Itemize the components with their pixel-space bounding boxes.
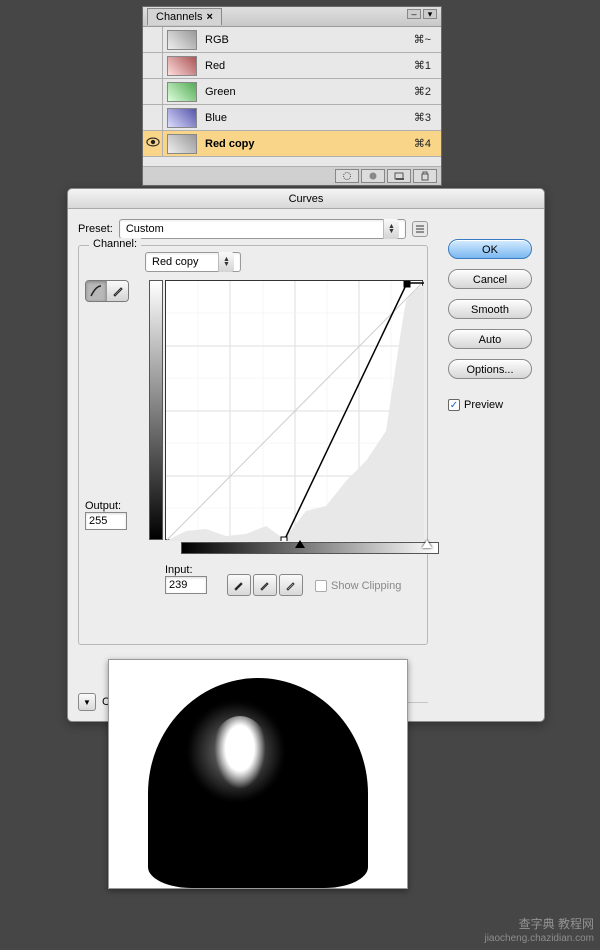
channel-fieldset: Channel: Red copy ▲▼ [78, 245, 428, 645]
channel-select[interactable]: Red copy ▲▼ [145, 252, 241, 272]
result-preview-image [108, 659, 408, 889]
channels-panel: Channels × – ▾ RGB ⌘~ Red ⌘1 Green ⌘2 Bl… [142, 6, 442, 186]
curve-graph[interactable] [165, 280, 423, 540]
watermark-sub: jiaocheng.chazidian.com [484, 933, 594, 944]
channel-row-rgb[interactable]: RGB ⌘~ [143, 27, 441, 53]
delete-channel-button[interactable] [413, 169, 437, 183]
curve-grid [166, 281, 424, 541]
curve-point-tool[interactable] [86, 281, 107, 301]
output-input[interactable] [85, 512, 127, 530]
output-gradient [149, 280, 163, 540]
visibility-toggle[interactable] [143, 27, 163, 52]
channel-name: Blue [201, 112, 414, 124]
input-label: Input: [165, 564, 207, 576]
visibility-toggle[interactable] [143, 131, 163, 156]
channel-shortcut: ⌘~ [414, 33, 441, 46]
visibility-toggle[interactable] [143, 53, 163, 78]
dialog-buttons: OK Cancel Smooth Auto Options... ✓ Previ… [448, 239, 532, 411]
menu-icon [415, 224, 425, 234]
channels-panel-header[interactable]: Channels × – ▾ [143, 7, 441, 27]
triangle-down-icon: ▼ [83, 698, 91, 707]
channel-list-empty [143, 157, 441, 167]
smooth-button[interactable]: Smooth [448, 299, 532, 319]
preset-menu-button[interactable] [412, 221, 428, 237]
close-icon[interactable]: × [206, 11, 212, 23]
white-eyedropper[interactable] [279, 574, 303, 596]
channel-shortcut: ⌘3 [414, 111, 441, 124]
show-clipping-checkbox[interactable] [315, 580, 327, 592]
minimize-icon[interactable]: – [407, 9, 421, 19]
channel-value: Red copy [152, 256, 198, 268]
channels-tab[interactable]: Channels × [147, 8, 222, 25]
input-gradient[interactable] [181, 542, 439, 554]
white-point-slider[interactable] [422, 540, 432, 548]
channel-row-blue[interactable]: Blue ⌘3 [143, 105, 441, 131]
channel-shortcut: ⌘1 [414, 59, 441, 72]
watermark-main: 查字典 教程网 [519, 915, 594, 932]
disclosure-button[interactable]: ▼ [78, 693, 96, 711]
channel-row-red-copy[interactable]: Red copy ⌘4 [143, 131, 441, 157]
visibility-toggle[interactable] [143, 105, 163, 130]
channel-row-red[interactable]: Red ⌘1 [143, 53, 441, 79]
curve-tool-group [85, 280, 129, 302]
curves-dialog: Curves Preset: Custom ▲▼ Channel: Red co… [67, 188, 545, 722]
channel-thumbnail [167, 108, 197, 128]
channel-row-green[interactable]: Green ⌘2 [143, 79, 441, 105]
channels-panel-footer [143, 167, 441, 185]
visibility-toggle[interactable] [143, 79, 163, 104]
channel-thumbnail [167, 82, 197, 102]
output-block: Output: [85, 500, 127, 530]
channel-thumbnail [167, 56, 197, 76]
channel-thumbnail [167, 30, 197, 50]
preset-value: Custom [126, 223, 164, 235]
ok-button[interactable]: OK [448, 239, 532, 259]
options-button[interactable]: Options... [448, 359, 532, 379]
preview-label: Preview [464, 399, 503, 411]
load-selection-button[interactable] [335, 169, 359, 183]
input-input[interactable] [165, 576, 207, 594]
curve-area [149, 280, 423, 540]
panel-menu-icon[interactable]: ▾ [423, 9, 437, 19]
channel-label: Channel: [89, 238, 141, 250]
preview-checkbox[interactable]: ✓ [448, 399, 460, 411]
show-clipping-row: Show Clipping [315, 580, 401, 592]
channels-tab-label: Channels [156, 11, 202, 23]
curve-pencil-tool[interactable] [107, 281, 128, 301]
cancel-button[interactable]: Cancel [448, 269, 532, 289]
eyedropper-group [227, 574, 303, 596]
black-eyedropper[interactable] [227, 574, 251, 596]
channel-name: RGB [201, 34, 414, 46]
black-point-slider[interactable] [295, 540, 305, 548]
eye-icon [146, 137, 160, 150]
dialog-body: Preset: Custom ▲▼ Channel: Red copy ▲▼ [68, 209, 544, 721]
chevron-updown-icon: ▲▼ [383, 219, 399, 239]
gray-eyedropper[interactable] [253, 574, 277, 596]
channel-list: RGB ⌘~ Red ⌘1 Green ⌘2 Blue ⌘3 [143, 27, 441, 167]
preset-select[interactable]: Custom ▲▼ [119, 219, 406, 239]
chevron-updown-icon: ▲▼ [218, 252, 234, 272]
channel-thumbnail [167, 134, 197, 154]
portrait-silhouette [148, 678, 368, 888]
preset-label: Preset: [78, 223, 113, 235]
channel-name: Red copy [201, 138, 414, 150]
show-clipping-label: Show Clipping [331, 580, 401, 592]
input-block: Input: [165, 564, 207, 594]
channel-shortcut: ⌘4 [414, 137, 441, 150]
save-selection-button[interactable] [361, 169, 385, 183]
auto-button[interactable]: Auto [448, 329, 532, 349]
channel-name: Green [201, 86, 414, 98]
preview-row: ✓ Preview [448, 399, 532, 411]
dialog-title[interactable]: Curves [68, 189, 544, 209]
channel-shortcut: ⌘2 [414, 85, 441, 98]
output-label: Output: [85, 500, 127, 512]
channel-name: Red [201, 60, 414, 72]
preset-row: Preset: Custom ▲▼ [78, 219, 428, 239]
new-channel-button[interactable] [387, 169, 411, 183]
